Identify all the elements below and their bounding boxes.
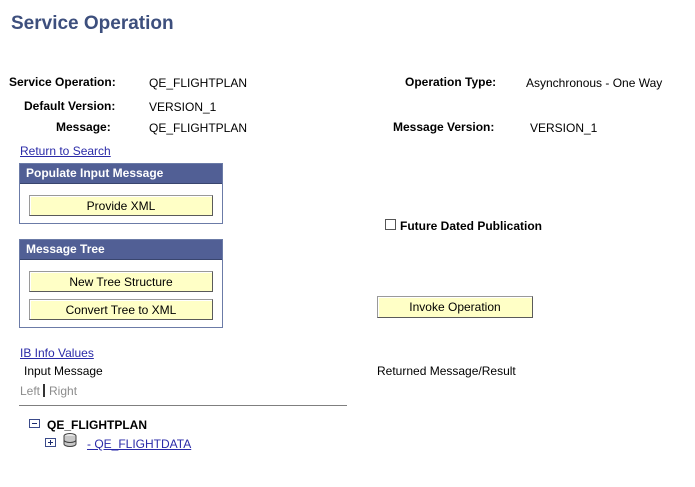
convert-tree-to-xml-button[interactable]: Convert Tree to XML bbox=[29, 299, 213, 320]
message-tree-box: Message Tree New Tree Structure Convert … bbox=[19, 239, 223, 328]
message-version-label: Message Version: bbox=[393, 120, 495, 134]
page-title: Service Operation bbox=[11, 13, 174, 34]
returned-message-label: Returned Message/Result bbox=[377, 364, 516, 378]
collapse-icon[interactable] bbox=[29, 419, 40, 428]
input-message-label: Input Message bbox=[24, 364, 103, 378]
message-label: Message: bbox=[56, 120, 111, 134]
operation-type-label: Operation Type: bbox=[405, 75, 497, 89]
tab-right[interactable]: Right bbox=[49, 384, 77, 398]
future-dated-publication-label: Future Dated Publication bbox=[400, 219, 543, 233]
future-dated-publication-checkbox[interactable] bbox=[385, 219, 396, 230]
database-icon bbox=[63, 433, 77, 447]
ib-info-values-link[interactable]: IB Info Values bbox=[20, 346, 94, 360]
view-tabs: Left Right bbox=[20, 384, 77, 398]
tab-separator bbox=[43, 384, 46, 397]
expand-icon[interactable] bbox=[45, 438, 56, 447]
tree-child-link[interactable]: - QE_FLIGHTDATA bbox=[87, 437, 191, 451]
message-tree-header: Message Tree bbox=[20, 240, 222, 260]
return-to-search-link[interactable]: Return to Search bbox=[20, 144, 111, 158]
service-operation-label: Service Operation: bbox=[9, 75, 116, 89]
populate-input-message-header: Populate Input Message bbox=[20, 164, 222, 184]
message-version-value: VERSION_1 bbox=[530, 121, 598, 135]
message-value: QE_FLIGHTPLAN bbox=[149, 121, 248, 135]
populate-input-message-box: Populate Input Message Provide XML bbox=[19, 163, 223, 224]
operation-type-value: Asynchronous - One Way bbox=[526, 76, 663, 90]
divider bbox=[19, 405, 347, 406]
provide-xml-button[interactable]: Provide XML bbox=[29, 195, 213, 216]
service-operation-value: QE_FLIGHTPLAN bbox=[149, 76, 248, 90]
new-tree-structure-button[interactable]: New Tree Structure bbox=[29, 271, 213, 292]
default-version-value: VERSION_1 bbox=[149, 100, 217, 114]
tab-left[interactable]: Left bbox=[20, 384, 40, 398]
default-version-label: Default Version: bbox=[24, 99, 116, 113]
tree-root-label: QE_FLIGHTPLAN bbox=[47, 418, 148, 432]
invoke-operation-button[interactable]: Invoke Operation bbox=[377, 296, 533, 318]
